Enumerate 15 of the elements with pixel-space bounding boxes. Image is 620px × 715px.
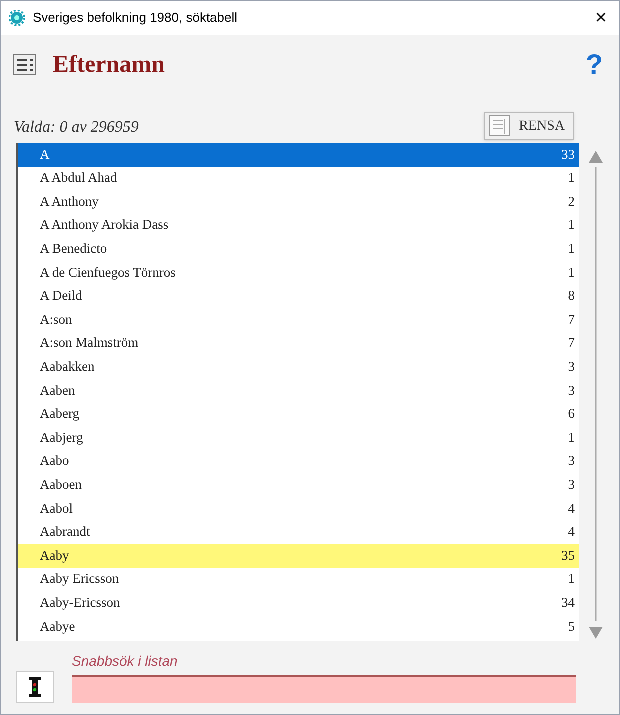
page-title: Efternamn: [53, 51, 165, 80]
selection-count: Valda: 0 av 296959: [14, 118, 139, 138]
clear-button[interactable]: RENSA: [484, 112, 574, 140]
close-button[interactable]: ×: [591, 8, 611, 28]
traffic-light-button[interactable]: [16, 671, 54, 703]
help-button[interactable]: ?: [586, 51, 603, 79]
quick-search-label: Snabbsök i listan: [72, 652, 179, 671]
gear-icon: [9, 10, 25, 26]
quick-search-field[interactable]: [72, 675, 576, 703]
traffic-light-icon: [29, 677, 41, 697]
list-icon: [13, 54, 37, 76]
list-row[interactable]: A 33: [18, 143, 579, 167]
window-title: Sveriges befolkning 1980, söktabell: [33, 9, 238, 28]
document-icon: [489, 115, 512, 137]
list-row[interactable]: Aaby 35: [18, 544, 579, 568]
